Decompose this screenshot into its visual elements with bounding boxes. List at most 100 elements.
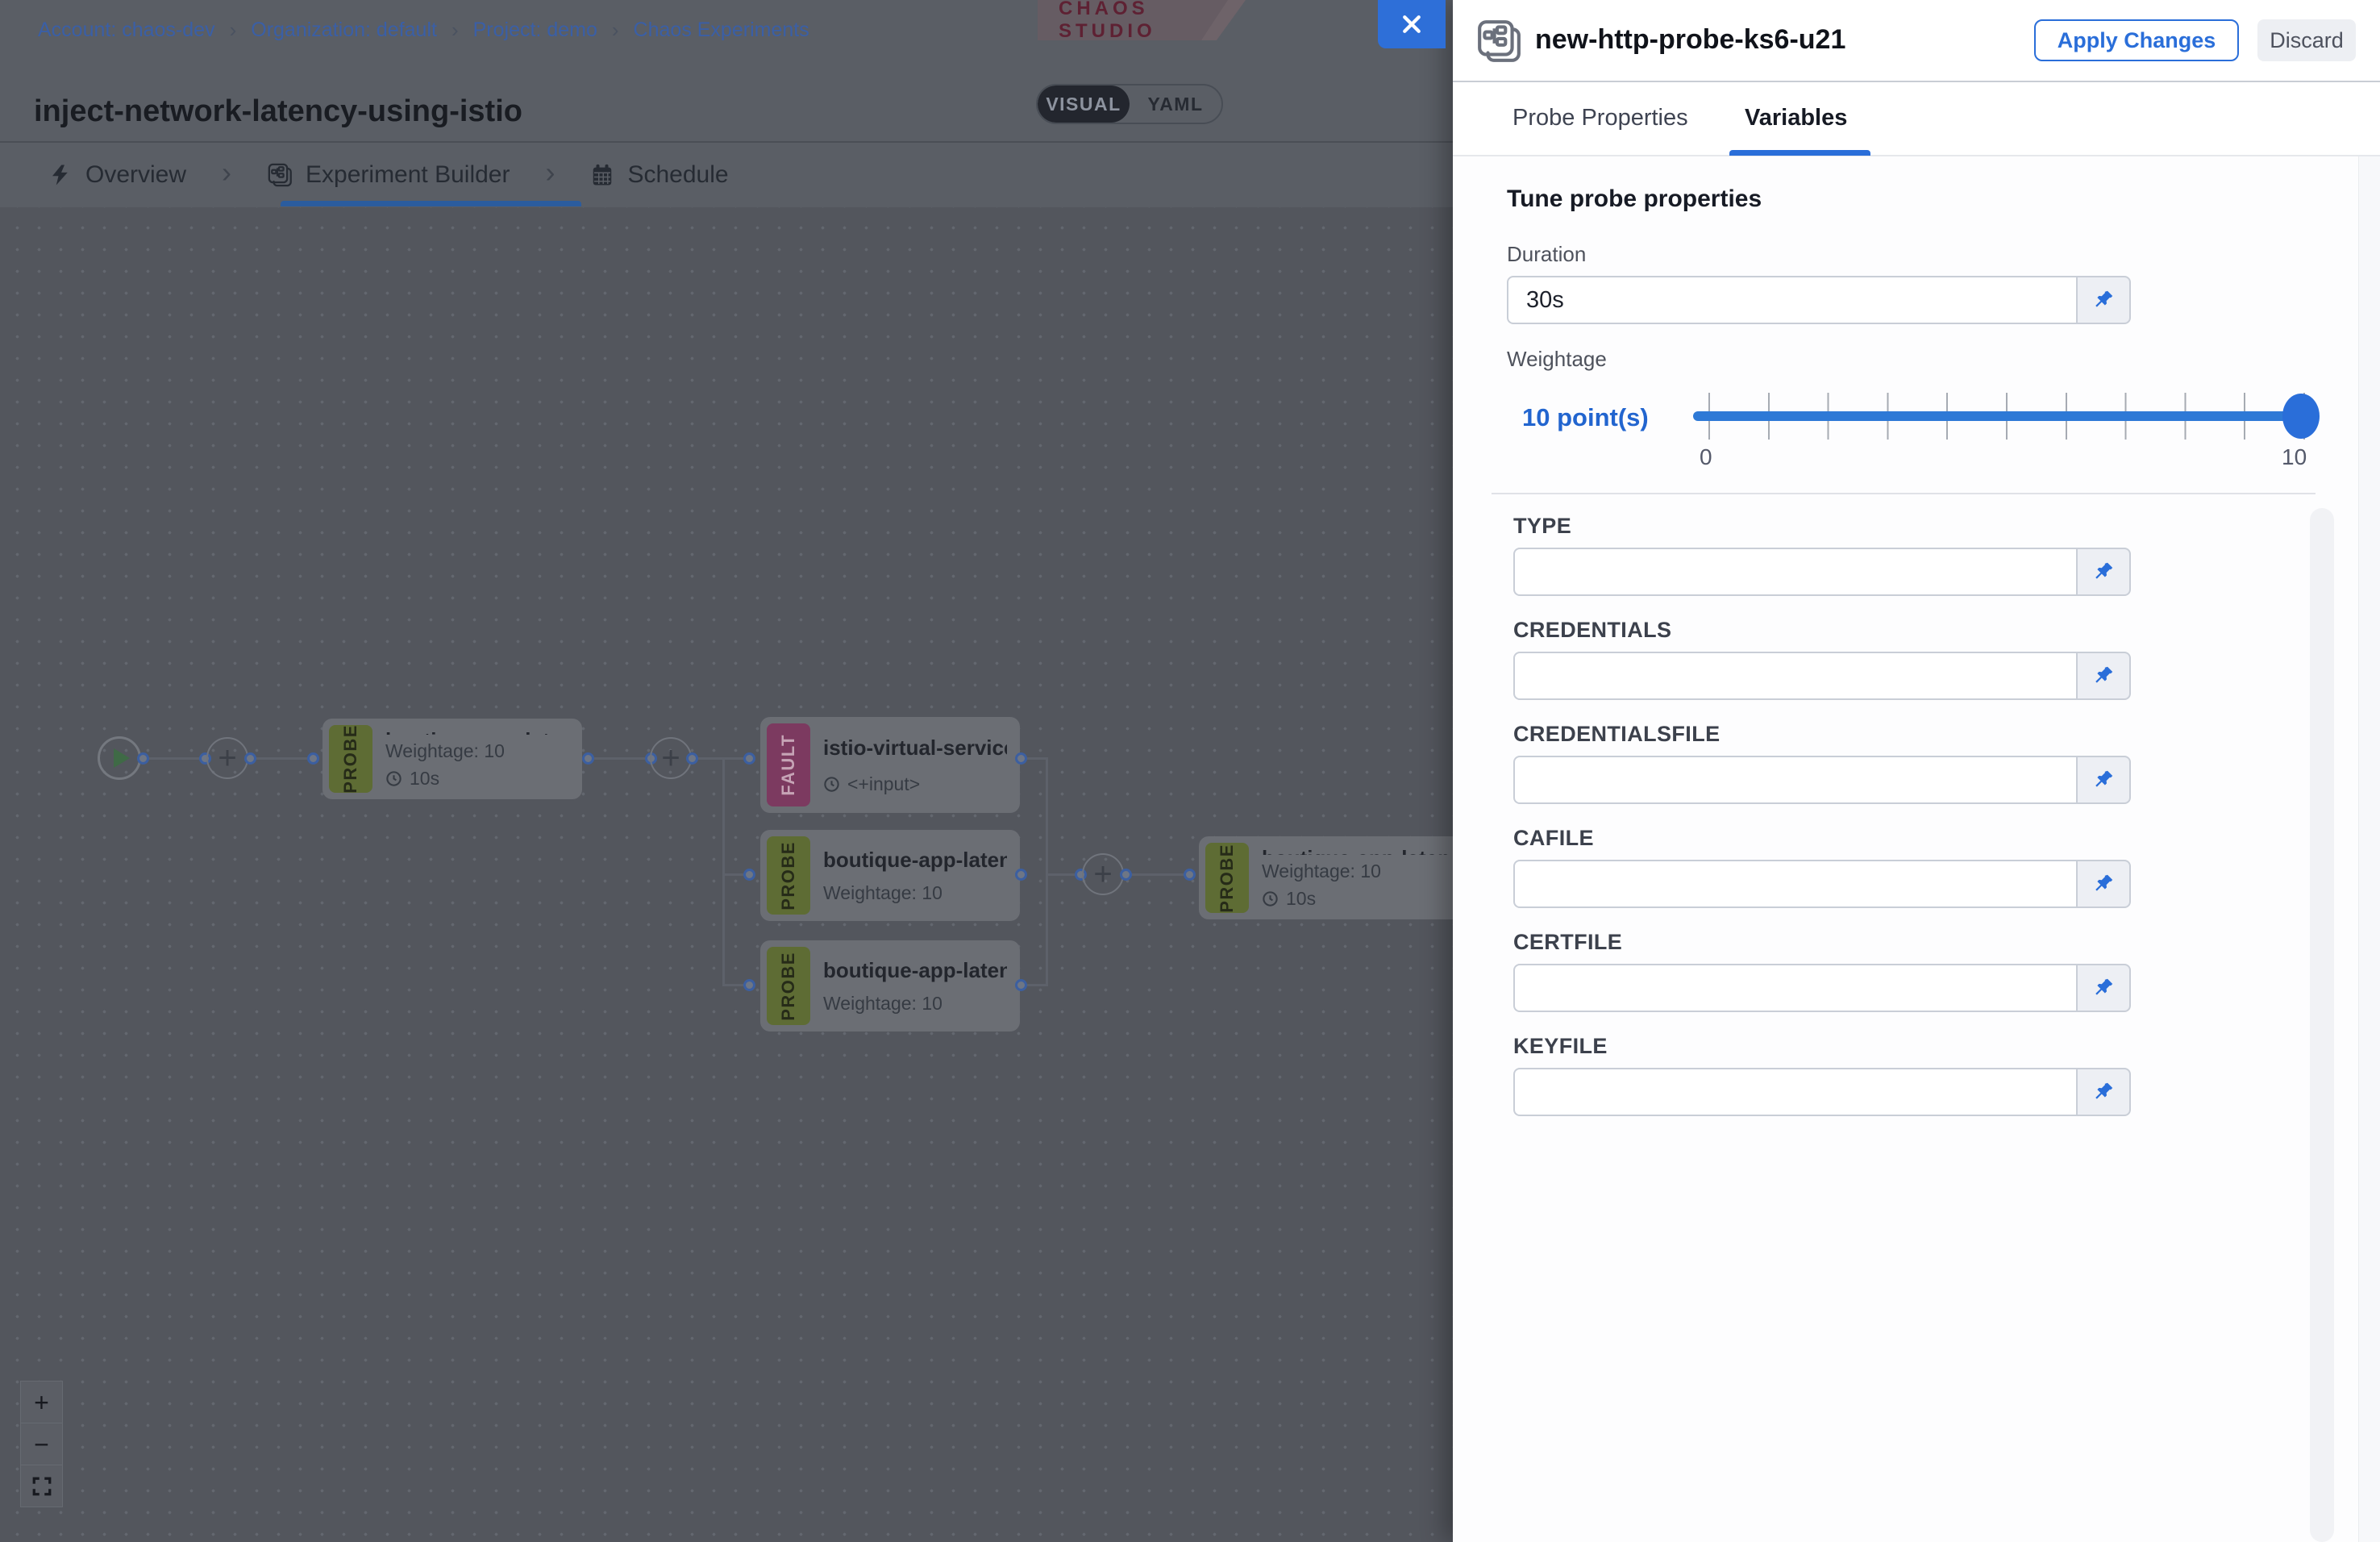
variables-scrollbar[interactable] [2310,508,2334,1542]
variable-label-keyfile: KEYFILE [1513,1034,1608,1059]
page-title: inject-network-latency-using-istio [34,94,522,129]
weightage-value: 10 point(s) [1522,403,1649,432]
edge-dot [307,752,319,765]
edge-dot [1015,979,1027,991]
pin-button[interactable] [2076,964,2131,1012]
probe-config-drawer: new-http-probe-ks6-u21 Apply Changes Dis… [1453,0,2380,1542]
breadcrumb-project[interactable]: Project: demo [473,19,597,42]
variable-input-certfile[interactable] [1513,964,2076,1012]
duration-label: Duration [1507,242,1586,267]
probe-badge: PROBE [767,947,810,1025]
variable-input-credentials[interactable] [1513,652,2076,700]
weightage-slider[interactable] [1693,411,2307,421]
clock-icon [823,776,840,793]
variable-label-credentialsfile: CREDENTIALSFILE [1513,722,1721,747]
tab-overview[interactable]: Overview [48,161,186,189]
breadcrumb-separator: › [230,18,237,43]
edge-dot [137,752,149,765]
breadcrumb-chaos-experiments[interactable]: Chaos Experiments [634,19,809,42]
drawer-body: Tune probe properties Duration Weightage… [1453,156,2380,1542]
add-node-button[interactable]: + [206,737,248,779]
pin-icon [2091,1080,2116,1104]
edge-dot [582,752,594,765]
apply-changes-button[interactable]: Apply Changes [2034,19,2239,61]
edge-dot [743,979,755,991]
pin-icon [2091,872,2116,896]
pin-icon [2091,976,2116,1000]
add-node-button[interactable]: + [1082,853,1124,895]
toggle-yaml[interactable]: YAML [1130,85,1221,123]
tab-variables[interactable]: Variables [1745,105,1847,131]
probe-badge: PROBE [1205,843,1249,913]
experiment-workspace: Account: chaos-dev › Organization: defau… [0,0,1453,1542]
edge-line [148,757,200,760]
pin-icon [2091,664,2116,688]
pin-button[interactable] [2076,756,2131,804]
variable-label-certfile: CERTFILE [1513,930,1622,955]
probe-node-card[interactable]: PROBE boutique-app-latency-ch... Weighta… [322,719,582,799]
variable-field-certfile [1513,964,2131,1012]
weightage-slider-thumb[interactable] [2282,394,2320,439]
variable-input-cafile[interactable] [1513,860,2076,908]
slider-min-label: 0 [1700,444,1712,470]
probe-node-card[interactable]: PROBE boutique-app-latency-ch... Weighta… [760,830,1020,921]
start-node[interactable] [98,736,141,780]
pin-button[interactable] [2076,1068,2131,1116]
edge-line [722,984,744,986]
drawer-title: new-http-probe-ks6-u21 [1535,24,1845,56]
tab-schedule[interactable]: Schedule [590,161,728,189]
edge-dot [1015,869,1027,881]
probe-node-card[interactable]: PROBE boutique-app-latency-ch... Weighta… [1199,836,1465,919]
probe-node-card[interactable]: PROBE boutique-app-latency-ch... Weighta… [760,940,1020,1031]
tab-experiment-builder[interactable]: Experiment Builder [267,161,510,189]
pipeline-canvas[interactable]: + PROBE boutique-app-latency-ch... Weigh… [0,207,1453,1542]
fault-badge: FAULT [767,723,810,806]
node-duration: <+input> [823,773,1007,795]
fullscreen-button[interactable] [20,1465,63,1507]
duration-field [1507,276,2131,324]
pin-button[interactable] [2076,860,2131,908]
pin-button[interactable] [2076,276,2131,324]
experiment-builder-icon [267,162,293,188]
section-divider [1492,493,2316,494]
variable-field-keyfile [1513,1068,2131,1116]
zoom-in-button[interactable]: + [20,1381,63,1423]
variable-input-credentialsfile[interactable] [1513,756,2076,804]
zoom-out-button[interactable]: − [20,1423,63,1465]
slider-max-label: 10 [2282,444,2307,470]
pin-button[interactable] [2076,548,2131,596]
variable-field-cafile [1513,860,2131,908]
toggle-visual[interactable]: VISUAL [1038,85,1130,123]
calendar-icon [590,163,614,187]
breadcrumb-separator: › [451,18,459,43]
node-weightage: Weightage: 10 [823,882,1007,904]
variable-input-keyfile[interactable] [1513,1068,2076,1116]
node-weightage: Weightage: 10 [1262,861,1452,882]
duration-input[interactable] [1507,276,2076,324]
breadcrumb-account[interactable]: Account: chaos-dev [38,19,215,42]
edge-line [1129,873,1185,876]
node-duration: 10s [385,768,569,790]
breadcrumb-organization[interactable]: Organization: default [251,19,437,42]
discard-button[interactable]: Discard [2257,19,2356,61]
canvas-zoom-controls: + − [20,1381,63,1507]
section-heading: Tune probe properties [1507,185,1762,213]
drawer-scrollbar-track[interactable] [2358,156,2380,1542]
tab-probe-properties[interactable]: Probe Properties [1512,105,1688,131]
close-drawer-button[interactable] [1378,0,1446,48]
edge-line [593,757,646,760]
probe-icon [1475,18,1522,69]
experiment-tabstrip: Overview › Experiment Builder › [0,143,1453,207]
chaos-studio-banner: CHAOS STUDIO [1038,0,1228,40]
node-title: boutique-app-latency-ch... [1262,846,1452,855]
visual-yaml-toggle[interactable]: VISUAL YAML [1036,84,1223,124]
fault-node-card[interactable]: FAULT istio-virtual-service-crea... <+in… [760,717,1020,813]
tab-experiment-builder-label: Experiment Builder [306,161,510,189]
pin-button[interactable] [2076,652,2131,700]
edge-line [1046,873,1078,876]
clock-icon [385,770,402,787]
variable-input-type[interactable] [1513,548,2076,596]
pin-icon [2091,560,2116,584]
close-icon [1400,12,1424,36]
chevron-right-icon: › [222,156,231,190]
